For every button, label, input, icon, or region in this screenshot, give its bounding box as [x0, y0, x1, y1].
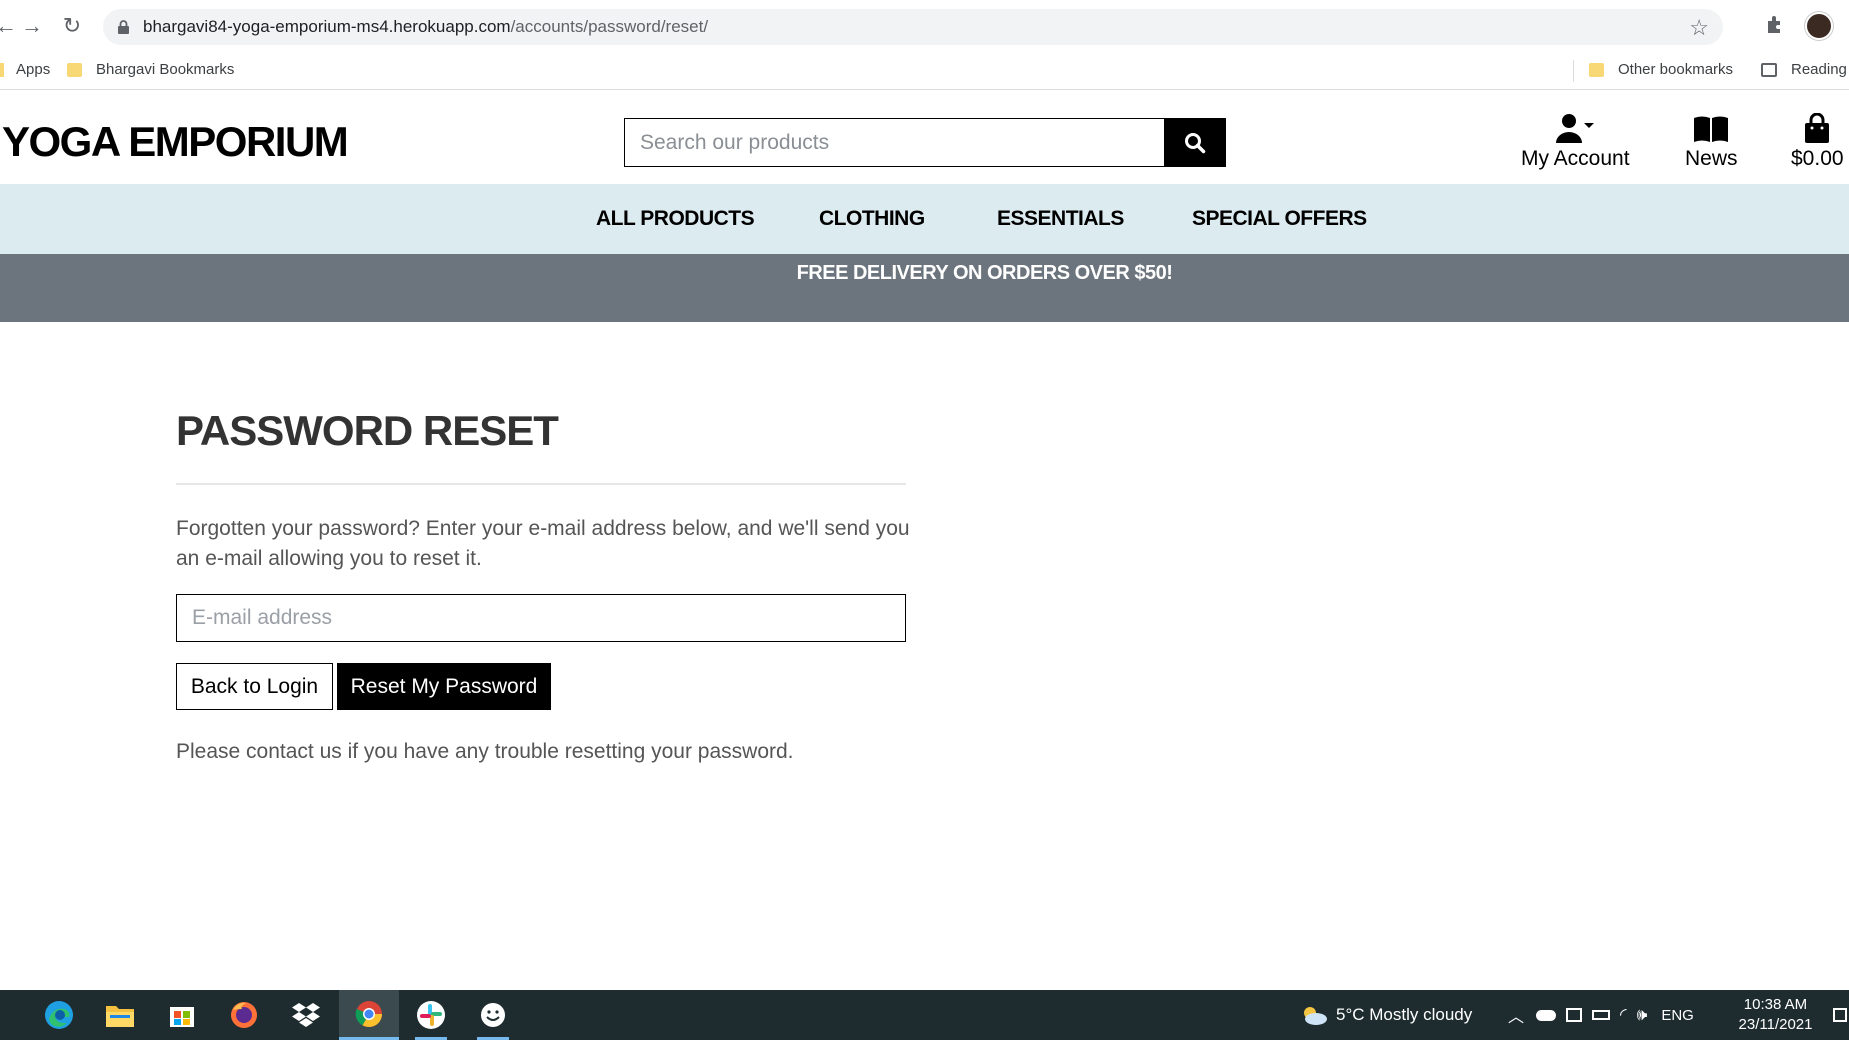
- my-account-label: My Account: [1521, 147, 1630, 170]
- back-to-login-button[interactable]: Back to Login: [176, 663, 333, 710]
- folder-icon: [106, 1006, 134, 1027]
- store-icon: [170, 1007, 194, 1027]
- forward-arrow-icon[interactable]: →: [18, 12, 46, 40]
- nav-essentials[interactable]: ESSENTIALS: [997, 207, 1124, 231]
- weather-text: 5°C Mostly cloudy: [1336, 1005, 1473, 1024]
- main-nav: ALL PRODUCTS CLOTHING ESSENTIALS SPECIAL…: [0, 184, 1849, 254]
- email-field[interactable]: [176, 594, 906, 642]
- taskbar-file-explorer[interactable]: [90, 990, 150, 1040]
- nav-special-offers[interactable]: SPECIAL OFFERS: [1192, 207, 1367, 231]
- taskbar-store[interactable]: [152, 990, 212, 1040]
- weather-widget[interactable]: 5°C Mostly cloudy: [1300, 990, 1472, 1040]
- windows-taskbar: 5°C Mostly cloudy ︿ ◜ 🕪 ENG 10:38 AM 23/…: [0, 990, 1849, 1040]
- bookmark-apps[interactable]: Apps: [0, 61, 50, 78]
- search-button[interactable]: [1164, 118, 1226, 167]
- help-text: Please contact us if you have any troubl…: [176, 740, 794, 763]
- user-dropdown-icon: [1555, 111, 1595, 143]
- nav-clothing[interactable]: CLOTHING: [819, 207, 925, 231]
- firefox-icon: [231, 1002, 257, 1028]
- taskbar-edge[interactable]: [29, 990, 89, 1040]
- reading-list-icon: [1761, 62, 1777, 77]
- smiley-icon: [481, 1003, 505, 1027]
- clock-date: 23/11/2021: [1738, 1016, 1813, 1033]
- notifications-button[interactable]: [1833, 990, 1847, 1040]
- language-indicator[interactable]: ENG: [1661, 1007, 1694, 1024]
- folder-icon: [67, 62, 82, 77]
- taskbar-clock[interactable]: 10:38 AM 23/11/2021: [1728, 995, 1823, 1035]
- start-button[interactable]: [0, 990, 12, 1040]
- bookmark-separator: [1573, 60, 1574, 82]
- edge-browser-icon: [45, 1001, 73, 1029]
- chrome-icon: [355, 1000, 383, 1027]
- folder-icon: [1589, 62, 1604, 77]
- apps-grid-icon: [0, 62, 4, 77]
- intro-text: Forgotten your password? Enter your e-ma…: [176, 517, 910, 570]
- promo-text: FREE DELIVERY ON ORDERS OVER $50!: [796, 262, 1173, 284]
- taskbar-chrome[interactable]: [339, 990, 399, 1040]
- reading-list-button[interactable]: Reading: [1761, 61, 1847, 78]
- profile-avatar[interactable]: [1805, 12, 1833, 40]
- site-logo[interactable]: YOGA EMPORIUM: [2, 118, 349, 166]
- chevron-up-icon[interactable]: ︿: [1508, 1003, 1524, 1027]
- lock-icon: [118, 20, 129, 34]
- battery-icon[interactable]: [1592, 1010, 1611, 1020]
- email-input[interactable]: [177, 595, 905, 641]
- divider: [176, 483, 906, 485]
- bookmarks-bar: Apps Bhargavi Bookmarks Other bookmarks …: [0, 52, 1849, 90]
- shopping-bag-icon: [1804, 111, 1830, 143]
- bookmark-label: Other bookmarks: [1618, 61, 1734, 78]
- slack-icon: [417, 1001, 445, 1029]
- cart-total: $0.00: [1791, 147, 1844, 170]
- cart-link[interactable]: $0.00: [1791, 111, 1844, 171]
- volume-icon[interactable]: 🕪: [1637, 1005, 1648, 1025]
- browser-toolbar: ← → ↻ bhargavi84-yoga-emporium-ms4.herok…: [0, 0, 1849, 52]
- extensions-puzzle-icon[interactable]: [1764, 13, 1790, 39]
- bookmark-label: Bhargavi Bookmarks: [96, 61, 235, 78]
- bookmark-bhargavi-bookmarks[interactable]: Bhargavi Bookmarks: [67, 61, 234, 78]
- bookmark-label: Apps: [16, 61, 51, 78]
- taskbar-dropbox[interactable]: [276, 990, 336, 1040]
- bookmark-star-icon[interactable]: ☆: [1689, 15, 1709, 41]
- system-tray: ︿ ◜ 🕪 ENG: [1508, 990, 1694, 1040]
- back-arrow-icon[interactable]: ←: [0, 12, 20, 40]
- bookmark-other[interactable]: Other bookmarks: [1589, 61, 1733, 78]
- clock-time: 10:38 AM: [1743, 996, 1808, 1013]
- site-header: YOGA EMPORIUM My Account News $0.00: [0, 91, 1849, 184]
- wifi-icon[interactable]: ◜: [1620, 1005, 1627, 1025]
- news-label: News: [1685, 147, 1738, 170]
- page-title: PASSWORD RESET: [176, 407, 559, 454]
- search-icon: [1185, 132, 1206, 153]
- network-icon[interactable]: [1566, 1008, 1583, 1022]
- onedrive-cloud-icon[interactable]: [1536, 1009, 1557, 1021]
- taskbar-slack[interactable]: [401, 990, 461, 1040]
- promo-banner: FREE DELIVERY ON ORDERS OVER $50!: [0, 254, 1849, 322]
- my-account-link[interactable]: My Account: [1521, 111, 1630, 171]
- book-icon: [1693, 111, 1729, 143]
- reading-list-label: Reading: [1791, 61, 1847, 78]
- address-bar[interactable]: bhargavi84-yoga-emporium-ms4.herokuapp.c…: [103, 9, 1723, 45]
- notification-icon: [1833, 1008, 1847, 1022]
- nav-all-products[interactable]: ALL PRODUCTS: [596, 207, 755, 231]
- search-field[interactable]: [625, 119, 1164, 166]
- cloudy-weather-icon: [1304, 1007, 1327, 1025]
- url-text: bhargavi84-yoga-emporium-ms4.herokuapp.c…: [143, 17, 709, 36]
- taskbar-firefox[interactable]: [214, 990, 274, 1040]
- reload-icon[interactable]: ↻: [58, 12, 86, 40]
- dropbox-icon: [292, 1003, 320, 1027]
- taskbar-feedback-app[interactable]: [463, 990, 523, 1040]
- search-input[interactable]: [624, 118, 1165, 167]
- news-link[interactable]: News: [1685, 111, 1738, 171]
- reset-password-button[interactable]: Reset My Password: [337, 663, 551, 710]
